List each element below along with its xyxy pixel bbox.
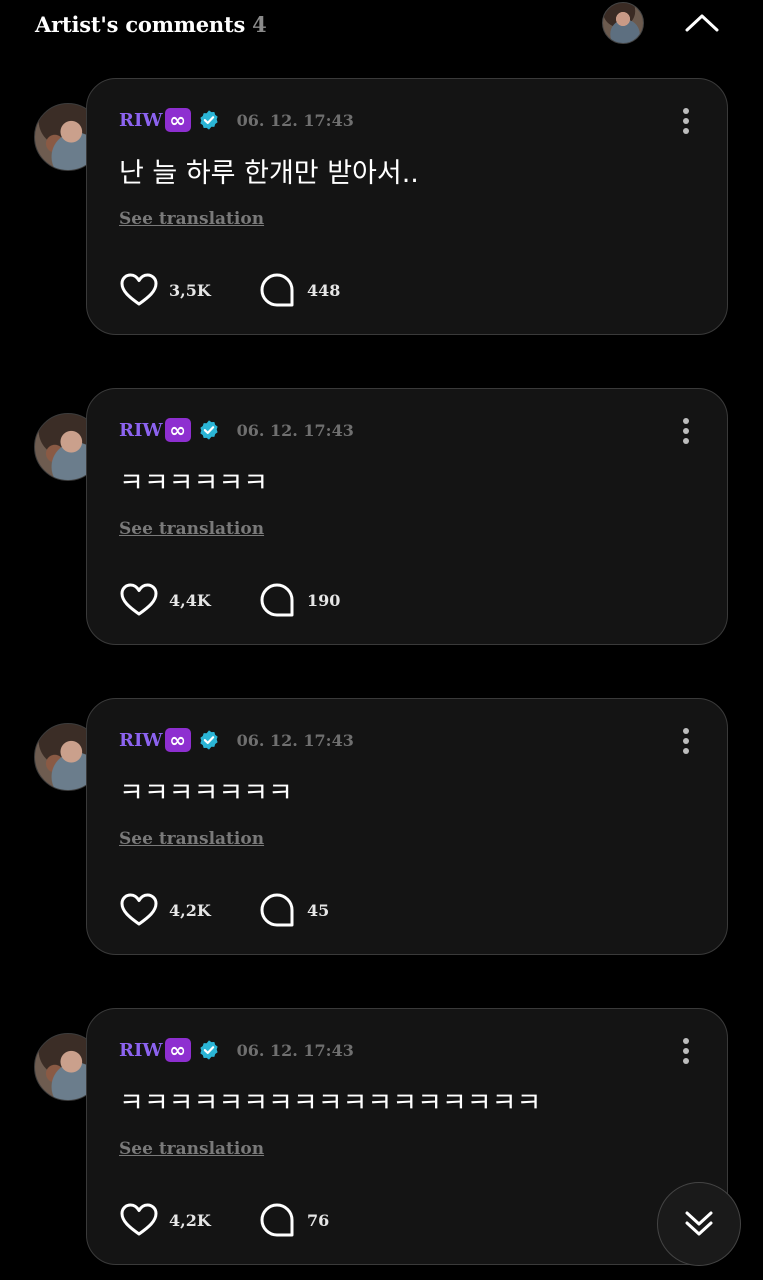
see-translation-link[interactable]: See translation [119,519,264,539]
comment-timestamp: 06. 12. 17:43 [236,1040,354,1060]
author-name[interactable]: RIW [119,420,163,441]
comment-meta: RIW ∞ 06. 12. 17:43 [119,1037,354,1063]
comment-bubble-icon [260,273,294,307]
infinity-badge-icon: ∞ [164,728,191,752]
comment-text: ㅋㅋㅋㅋㅋㅋㅋㅋㅋㅋㅋㅋㅋㅋㅋㅋㅋ [119,1088,542,1119]
comment-bubble-icon [260,893,294,927]
header-title-text: Artist's comments [35,12,246,37]
verified-badge-icon [199,110,218,130]
author-name[interactable]: RIW [119,110,163,131]
reply-button[interactable]: 45 [259,891,329,929]
comment-timestamp: 06. 12. 17:43 [236,730,354,750]
double-chevron-down-icon [685,1211,713,1236]
comment-meta: RIW ∞ 06. 12. 17:43 [119,727,354,753]
comment-text: ㅋㅋㅋㅋㅋㅋ [119,468,269,499]
comments-header: Artist's comments 4 [0,0,763,56]
more-vertical-icon[interactable] [679,417,693,445]
heart-icon [120,583,158,616]
author-name[interactable]: RIW [119,730,163,751]
verified-badge-icon [199,1040,218,1060]
like-button[interactable]: 4,4K [119,581,211,619]
reply-button[interactable]: 448 [259,271,340,309]
reply-count: 76 [307,1210,330,1230]
comment-bubble-icon [260,583,294,617]
comment-timestamp: 06. 12. 17:43 [236,420,354,440]
reply-button[interactable]: 190 [259,581,340,619]
like-button[interactable]: 4,2K [119,891,211,929]
comment-card: RIW ∞ 06. 12. 17:43 ㅋㅋㅋㅋㅋㅋㅋ See translat… [86,698,728,955]
comment-card: RIW ∞ 06. 12. 17:43 ㅋㅋㅋㅋㅋㅋ See translati… [86,388,728,645]
like-count: 4,2K [169,900,211,920]
chevron-up-icon[interactable] [682,6,722,38]
comment-timestamp: 06. 12. 17:43 [236,110,354,130]
comment-meta: RIW ∞ 06. 12. 17:43 [119,107,354,133]
heart-icon [120,1203,158,1236]
see-translation-link[interactable]: See translation [119,209,264,229]
comment-card: RIW ∞ 06. 12. 17:43 난 늘 하루 한개만 받아서.. See… [86,78,728,335]
like-count: 3,5K [169,280,211,300]
like-button[interactable]: 4,2K [119,1201,211,1239]
infinity-badge-icon: ∞ [164,1038,191,1062]
reply-count: 45 [307,900,330,920]
heart-icon [120,893,158,926]
comment-meta: RIW ∞ 06. 12. 17:43 [119,417,354,443]
heart-icon [120,273,158,306]
comment-text: ㅋㅋㅋㅋㅋㅋㅋ [119,778,293,809]
reply-button[interactable]: 76 [259,1201,329,1239]
reply-count: 190 [307,590,341,610]
verified-badge-icon [199,730,218,750]
more-vertical-icon[interactable] [679,727,693,755]
artist-avatar[interactable] [602,2,644,44]
scroll-down-button[interactable] [657,1182,741,1266]
reply-count: 448 [307,280,341,300]
like-count: 4,4K [169,590,211,610]
comment-bubble-icon [260,1203,294,1237]
header-title: Artist's comments 4 [35,12,267,37]
see-translation-link[interactable]: See translation [119,1139,264,1159]
like-button[interactable]: 3,5K [119,271,211,309]
more-vertical-icon[interactable] [679,107,693,135]
author-name[interactable]: RIW [119,1040,163,1061]
like-count: 4,2K [169,1210,211,1230]
infinity-badge-icon: ∞ [164,418,191,442]
verified-badge-icon [199,420,218,440]
comment-count: 4 [252,12,267,37]
comment-text: 난 늘 하루 한개만 받아서.. [119,158,419,189]
comment-card: RIW ∞ 06. 12. 17:43 ㅋㅋㅋㅋㅋㅋㅋㅋㅋㅋㅋㅋㅋㅋㅋㅋㅋ Se… [86,1008,728,1265]
more-vertical-icon[interactable] [679,1037,693,1065]
see-translation-link[interactable]: See translation [119,829,264,849]
infinity-badge-icon: ∞ [164,108,191,132]
